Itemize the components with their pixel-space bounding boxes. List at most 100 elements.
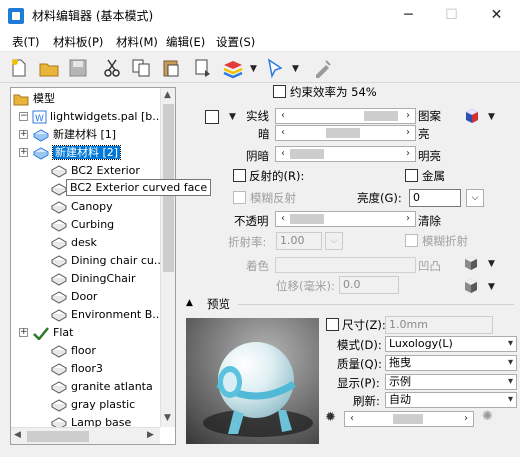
tree-item-label: Environment B... — [71, 308, 163, 321]
scroll-down-icon[interactable]: ▼ — [164, 413, 171, 423]
tree-item[interactable]: BC2 Exterior — [33, 162, 140, 180]
tree-root[interactable]: 模型 — [13, 90, 55, 108]
svg-text:W: W — [35, 114, 44, 124]
tree-item[interactable]: gray plastic — [33, 396, 135, 414]
expand-icon[interactable]: + — [19, 148, 28, 157]
refraction-dropdown[interactable]: ⌵ — [325, 232, 343, 250]
tree-root-label: 模型 — [33, 92, 55, 105]
size-label: 尺寸(Z): — [342, 318, 386, 332]
constraint-checkbox[interactable] — [273, 85, 286, 98]
collapse-preview-icon[interactable]: ▲ — [186, 298, 193, 308]
reflect-checkbox[interactable] — [233, 169, 246, 182]
blur-refract-checkbox[interactable] — [405, 234, 418, 247]
minimize-button[interactable]: ─ — [386, 0, 431, 30]
blur-refract-label: 模糊折射 — [422, 234, 468, 248]
tree-item[interactable]: Environment B... — [33, 306, 163, 324]
expand-icon[interactable]: + — [19, 328, 28, 337]
brightness-input[interactable]: 0 — [409, 189, 461, 207]
tree-item[interactable]: granite atlanta — [33, 378, 153, 396]
display-select[interactable]: 示例 — [385, 374, 517, 390]
chevron-down-icon[interactable]: ▼ — [292, 64, 299, 74]
pattern-cube-icon[interactable] — [464, 108, 480, 124]
blur-reflect-checkbox[interactable] — [233, 191, 246, 204]
tree-item[interactable]: desk — [33, 234, 97, 252]
menu-material[interactable]: 材料(M) — [116, 34, 158, 50]
offset-cube-icon[interactable] — [463, 278, 479, 294]
tree-vertical-scrollbar[interactable]: ▲ ▼ — [160, 88, 175, 427]
open-folder-icon[interactable] — [38, 57, 60, 79]
material-icon — [51, 399, 67, 412]
tree-item-label: Door — [71, 290, 98, 303]
chevron-down-icon[interactable]: ▼ — [488, 112, 495, 122]
brightness-dropdown[interactable]: ⌵ — [466, 189, 484, 207]
reflect-label: 反射的(R): — [249, 169, 305, 183]
title-bar: 材料编辑器 (基本模式) ─ ☐ ✕ — [0, 0, 520, 31]
scroll-left-icon[interactable]: ◀ — [14, 430, 21, 440]
menu-palette[interactable]: 材料板(P) — [53, 34, 103, 50]
refresh-select[interactable]: 自动 — [385, 392, 517, 408]
tree-item-label: 新建材料 [2] — [51, 145, 122, 160]
material-icon — [33, 129, 49, 142]
bump-cube-icon[interactable] — [463, 255, 479, 271]
size-input[interactable]: 1.0mm — [385, 316, 493, 334]
tree-horizontal-scrollbar[interactable]: ◀ ▶ — [11, 427, 160, 444]
save-icon[interactable] — [67, 57, 89, 79]
assign-icon[interactable] — [312, 57, 334, 79]
chevron-down-icon[interactable]: ▼ — [229, 112, 236, 122]
tree-item[interactable]: Canopy — [33, 198, 113, 216]
blur-reflect-label: 模糊反射 — [250, 191, 296, 205]
dark-bright-slider[interactable]: ‹ › — [275, 125, 416, 141]
tree-item[interactable]: Curbing — [33, 216, 114, 234]
tree-item-label: Curbing — [71, 218, 115, 231]
folder-icon — [13, 94, 29, 106]
color-slider[interactable] — [275, 257, 416, 273]
quality-label: 质量(Q): — [337, 357, 382, 371]
tree-item-label: BC2 Exterior — [71, 164, 140, 177]
solid-slider[interactable]: ‹ › — [275, 108, 416, 124]
preview-light-slider[interactable]: ‹ › — [344, 411, 474, 427]
chevron-down-icon[interactable]: ▼ — [250, 64, 257, 74]
quality-select[interactable]: 拖曳 — [385, 355, 517, 371]
cut-icon[interactable] — [101, 57, 123, 79]
paste-special-icon[interactable] — [192, 57, 214, 79]
offset-input[interactable]: 0.0 — [339, 276, 399, 294]
tree-item[interactable]: + Flat — [15, 324, 73, 342]
chevron-down-icon[interactable]: ▼ — [488, 259, 495, 269]
tree-item[interactable]: floor3 — [33, 360, 103, 378]
new-file-icon[interactable] — [8, 57, 30, 79]
tree-item[interactable]: Dining chair cu... — [33, 252, 164, 270]
size-checkbox[interactable] — [326, 318, 339, 331]
material-tree[interactable]: 模型 − W lightwidgets.pal [b... + 新建材料 [1] +… — [10, 87, 176, 445]
chevron-down-icon[interactable]: ▼ — [488, 282, 495, 292]
close-button[interactable]: ✕ — [474, 0, 519, 30]
menu-settings[interactable]: 设置(S) — [216, 34, 255, 50]
material-stack-icon[interactable] — [222, 57, 244, 79]
material-icon — [51, 273, 67, 286]
scroll-up-icon[interactable]: ▲ — [164, 90, 171, 100]
metal-checkbox[interactable] — [405, 169, 418, 182]
select-tool-icon[interactable] — [264, 57, 286, 79]
copy-icon[interactable] — [130, 57, 152, 79]
expand-icon[interactable]: + — [19, 130, 28, 139]
menu-table[interactable]: 表(T) — [12, 34, 40, 50]
shade-slider[interactable]: ‹ › — [275, 146, 416, 162]
tree-item[interactable]: Door — [33, 288, 97, 306]
opacity-slider[interactable]: ‹ › — [275, 211, 416, 227]
scroll-right-icon[interactable]: ▶ — [147, 430, 154, 440]
tree-item[interactable]: + 新建材料 [1] — [15, 126, 116, 144]
tree-item[interactable]: + 新建材料 [2] — [15, 144, 122, 162]
tree-item-label: DiningChair — [71, 272, 136, 285]
tree-item[interactable]: DiningChair — [33, 270, 135, 288]
tree-item[interactable]: floor — [33, 342, 96, 360]
preview-header: 预览 — [207, 297, 230, 311]
paste-icon[interactable] — [160, 57, 182, 79]
collapse-icon[interactable]: − — [19, 112, 28, 121]
refraction-input[interactable]: 1.00 — [276, 232, 322, 250]
maximize-button[interactable]: ☐ — [429, 0, 474, 30]
tree-item-label: granite atlanta — [71, 380, 153, 393]
tree-palette[interactable]: − W lightwidgets.pal [b... — [19, 108, 163, 126]
mode-select[interactable]: Luxology(L) — [385, 336, 517, 352]
color-swatch[interactable] — [205, 110, 219, 124]
menu-edit[interactable]: 编辑(E) — [166, 34, 205, 50]
hscroll-thumb[interactable] — [27, 431, 89, 442]
